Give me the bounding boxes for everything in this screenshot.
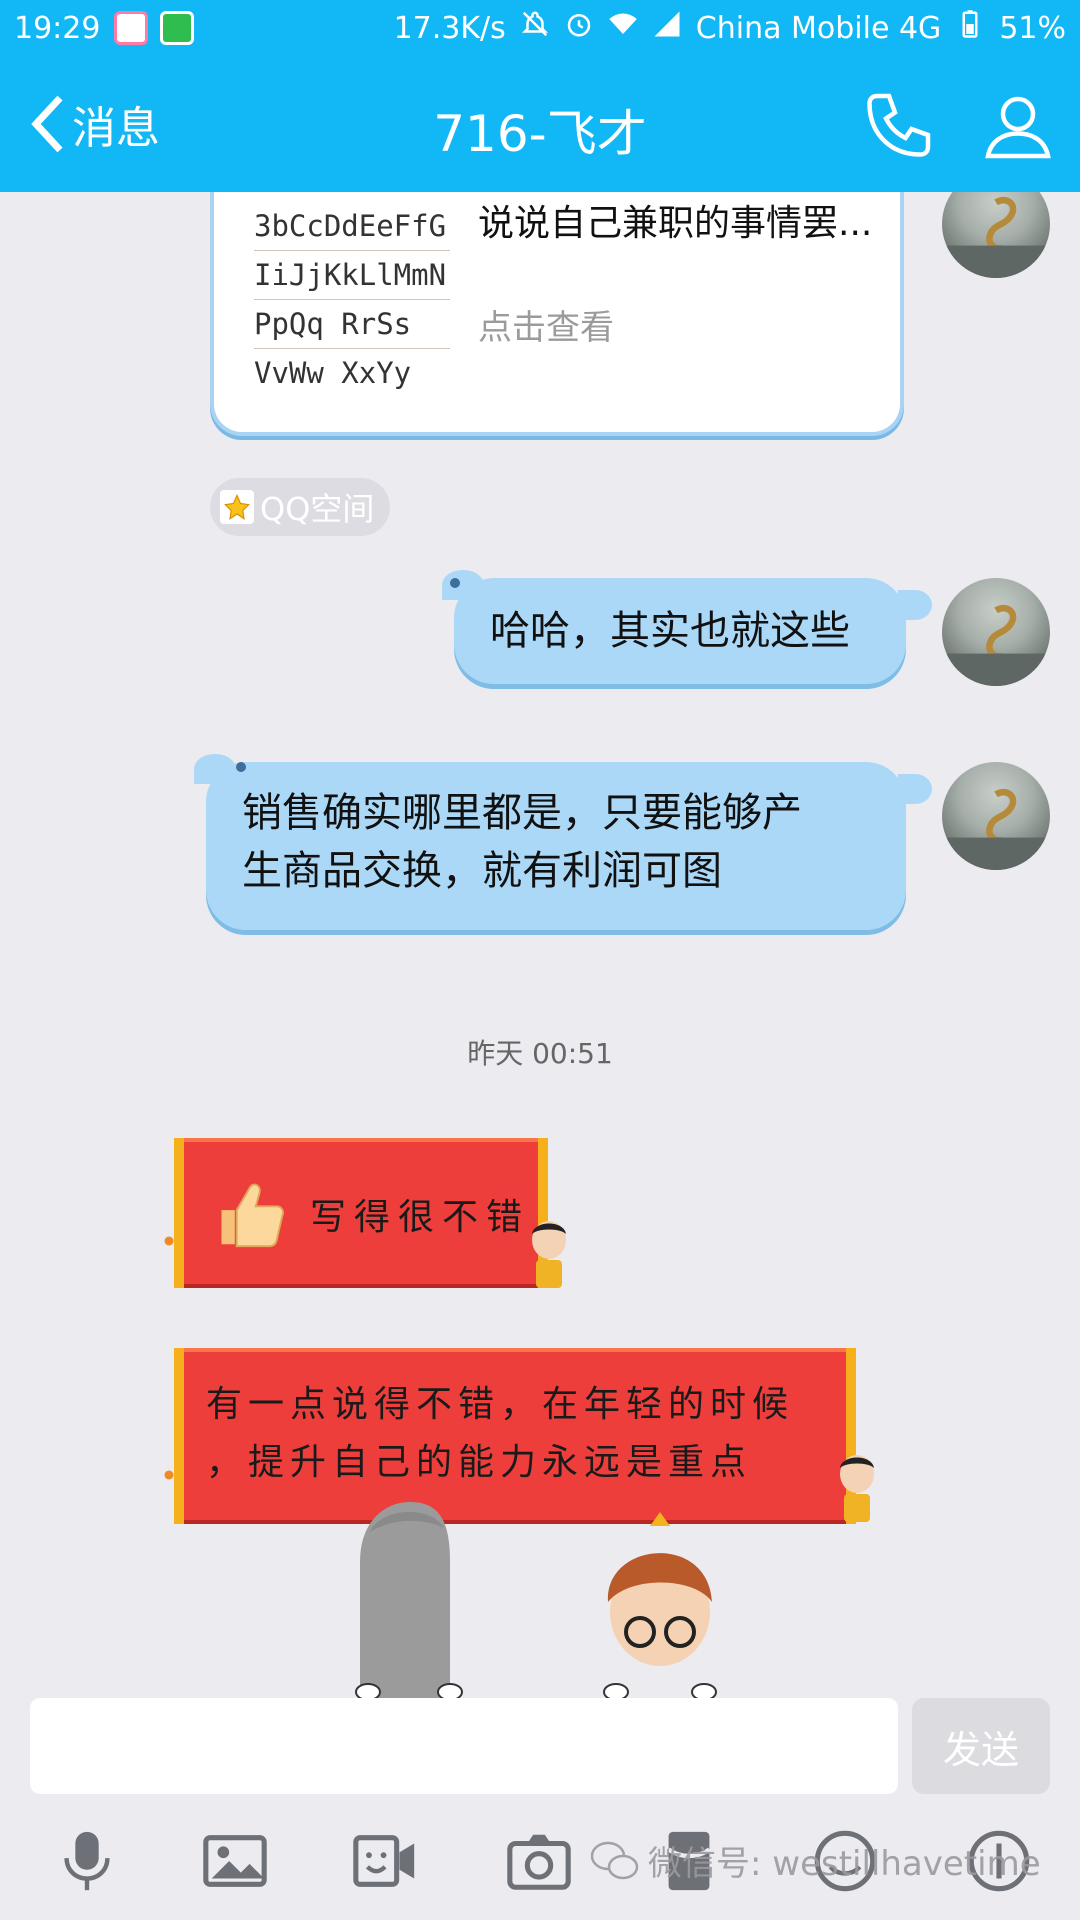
cartoon-face-icon (840, 1455, 874, 1522)
bubble-tail (898, 774, 932, 804)
spark-icon (164, 1470, 174, 1480)
bubble-ear (194, 754, 236, 784)
qzone-source-tag[interactable]: QQ空间 (210, 478, 391, 536)
thumbs-up-icon (221, 1183, 284, 1248)
watermark-text: 微信号: westillhavetime (648, 1844, 1041, 1884)
banner-text: 写得很不错 (310, 1197, 531, 1238)
video-call-icon (353, 1835, 415, 1887)
mute-icon (520, 9, 550, 47)
phone-icon (867, 93, 931, 157)
peeking-mascots-sticker[interactable] (350, 1492, 750, 1698)
avatar[interactable] (942, 762, 1050, 870)
image-icon (203, 1835, 267, 1887)
thumb-line: PpQq RrSs (254, 300, 450, 349)
thumb-line: 3bCcDdEeFfG (254, 202, 450, 251)
title-bar: 消息 716-飞才 (0, 56, 1080, 192)
signal-icon (652, 9, 682, 47)
microphone-icon (64, 1831, 110, 1891)
person-icon (985, 96, 1051, 159)
image-button[interactable] (200, 1826, 270, 1896)
battery-icon (955, 9, 985, 47)
bubble-eye (450, 578, 460, 588)
album-app-icon (114, 11, 149, 45)
message-input[interactable] (30, 1698, 898, 1794)
chat-messages[interactable]: 3bCcDdEeFfG IiJjKkLlMmN PpQq RrSs VvWw X… (0, 192, 1080, 1698)
carrier-label: China Mobile 4G (695, 10, 942, 46)
avatar[interactable] (942, 192, 1050, 278)
cartoon-face-icon (532, 1221, 566, 1288)
banner-text-line: 有一点说得不错，在年轻的时候 (206, 1384, 795, 1425)
status-time: 19:29 (14, 10, 101, 46)
send-button[interactable]: 发送 (912, 1698, 1050, 1794)
battery-level: 51% (999, 10, 1066, 46)
voice-button[interactable] (52, 1826, 122, 1896)
qzone-star-icon (220, 490, 254, 524)
qzone-label: QQ空间 (260, 490, 375, 528)
bubble-tail (898, 590, 932, 620)
message-bubble[interactable]: 哈哈，其实也就这些 (442, 570, 932, 684)
banner-text-line: ，提升自己的能力永远是重点 (206, 1442, 753, 1483)
message-text-line: 生商品交换，就有利润可图 (242, 848, 722, 894)
wechat-icon (590, 1841, 639, 1879)
card-thumbnail: 3bCcDdEeFfG IiJjKkLlMmN PpQq RrSs VvWw X… (254, 202, 450, 392)
avatar[interactable] (942, 578, 1050, 686)
wifi-icon (608, 9, 638, 47)
compose-bar: 发送 (0, 1698, 1080, 1800)
camera-icon (507, 1834, 571, 1890)
phone-call-button[interactable] (862, 90, 934, 162)
video-call-button[interactable] (350, 1826, 420, 1896)
reader-app-icon (160, 11, 195, 45)
thumb-line: VvWw XxYy (254, 349, 450, 392)
view-link[interactable]: 点击查看 (478, 300, 614, 349)
banner-text: 有一点说得不错，在年轻的时候 ，提升自己的能力永远是重点 (206, 1376, 794, 1492)
spark-icon (164, 1236, 174, 1246)
message-bubble[interactable]: 销售确实哪里都是，只要能够产 生商品交换，就有利润可图 (194, 754, 932, 930)
message-timestamp: 昨天 00:51 (467, 1037, 613, 1070)
message-text: 哈哈，其实也就这些 (490, 608, 850, 654)
network-speed: 17.3K/s (393, 10, 506, 46)
wechat-watermark: 微信号: westillhavetime (590, 1836, 1041, 1885)
alarm-icon (564, 9, 594, 47)
thumb-line: IiJjKkLlMmN (254, 251, 450, 300)
shared-link-card[interactable]: 3bCcDdEeFfG IiJjKkLlMmN PpQq RrSs VvWw X… (210, 192, 904, 436)
contact-profile-button[interactable] (982, 90, 1054, 162)
bubble-eye (236, 762, 246, 772)
card-title: 说说自己兼职的事情罢... (478, 203, 873, 244)
message-text-line: 销售确实哪里都是，只要能够产 (242, 790, 802, 836)
sticker-banner[interactable]: 写得很不错 (164, 1138, 566, 1288)
status-bar: 19:29 17.3K/s China Mobile 4G 51% (0, 0, 1080, 56)
camera-button[interactable] (504, 1826, 574, 1896)
bubble-ear (442, 570, 484, 600)
